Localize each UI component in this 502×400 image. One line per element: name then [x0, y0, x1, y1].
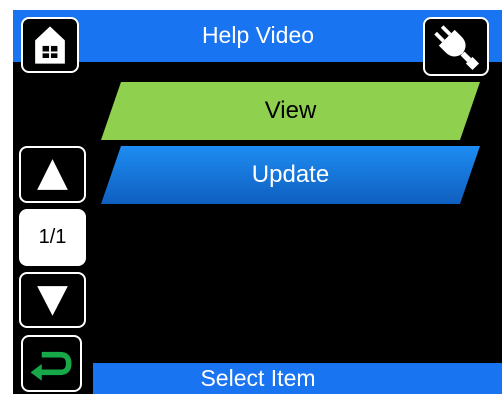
back-return-icon	[30, 351, 72, 381]
menu-item-view[interactable]: View	[101, 82, 480, 140]
plug-icon	[434, 25, 480, 71]
page-title: Help Video	[201, 22, 315, 48]
status-text: Select Item	[200, 365, 316, 391]
back-button[interactable]	[21, 335, 82, 392]
status-bar: Select Item	[93, 363, 502, 394]
page-up-button[interactable]	[19, 146, 86, 203]
page-down-button[interactable]	[19, 272, 86, 328]
menu-item-update[interactable]: Update	[101, 146, 480, 204]
home-button[interactable]	[21, 17, 79, 73]
home-icon	[35, 26, 65, 64]
menu-item-label: Update	[251, 161, 330, 188]
page-indicator: 1/1	[19, 209, 86, 266]
plug-button[interactable]	[423, 17, 489, 76]
device-screen: Help Video View Update 1/1 Select Item	[13, 10, 502, 394]
arrow-down-icon	[37, 286, 68, 316]
menu-item-label: View	[264, 97, 317, 124]
arrow-up-icon	[37, 159, 68, 190]
